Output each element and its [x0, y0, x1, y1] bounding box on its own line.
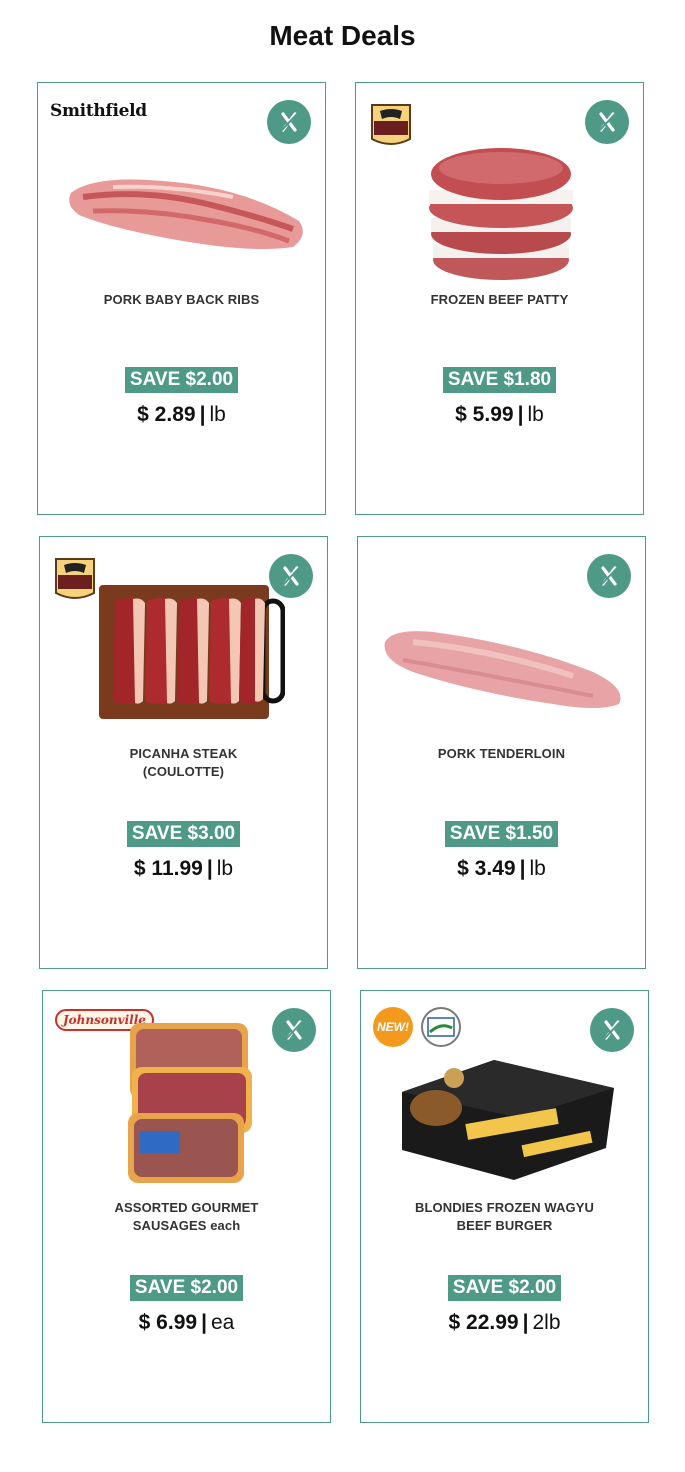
deal-card-blondies-wagyu-burger[interactable]: NEW! BLONDIES FROZEN WAGYU BEEF BURGER S… [360, 990, 649, 1423]
deal-name: ASSORTED GOURMET SAUSAGES each [114, 1200, 259, 1233]
deal-name: PORK TENDERLOIN [437, 746, 566, 761]
crossed-out-icon[interactable] [267, 100, 311, 144]
price: $ 2.89 | lb [137, 403, 226, 426]
smithfield-logo: Smithfield [50, 101, 147, 121]
save-badge: SAVE $2.00 [43, 1275, 330, 1301]
save-badge: SAVE $2.00 [38, 367, 325, 393]
deal-card-frozen-beef-patty[interactable]: FROZEN BEEF PATTY SAVE $1.80 $ 5.99 | lb [355, 82, 644, 515]
crossed-out-icon[interactable] [585, 100, 629, 144]
badge-group: NEW! [373, 1007, 461, 1047]
crossed-out-icon[interactable] [587, 554, 631, 598]
crossed-out-icon[interactable] [590, 1008, 634, 1052]
product-image-beef-patties [356, 143, 645, 283]
deal-name: BLONDIES FROZEN WAGYU BEEF BURGER [414, 1200, 595, 1233]
new-badge: NEW! [373, 1007, 413, 1047]
usda-badge [421, 1007, 461, 1047]
price: $ 6.99 | ea [138, 1311, 235, 1334]
deal-name: PICANHA STEAK (COULOTTE) [129, 746, 238, 779]
save-badge: SAVE $1.50 [358, 821, 645, 847]
deal-card-pork-tenderloin[interactable]: PORK TENDERLOIN SAVE $1.50 $ 3.49 | lb [357, 536, 646, 969]
price: $ 11.99 | lb [133, 857, 234, 880]
deal-name: PORK BABY BACK RIBS [103, 292, 260, 307]
page-title: Meat Deals [269, 20, 416, 51]
product-image-sausages [43, 1019, 332, 1185]
deal-card-pork-baby-back-ribs[interactable]: Smithfield PORK BABY BACK RIBS SAVE $2.0… [37, 82, 326, 515]
deal-name: FROZEN BEEF PATTY [430, 292, 569, 307]
deal-card-assorted-sausages[interactable]: Johnsonville ASSORTED GOURMET SAUSAGES e… [42, 990, 331, 1423]
save-badge: SAVE $1.80 [356, 367, 643, 393]
deal-card-picanha-steak[interactable]: PICANHA STEAK (COULOTTE) SAVE $3.00 $ 11… [39, 536, 328, 969]
product-image-ribs [38, 143, 327, 283]
save-badge: SAVE $2.00 [361, 1275, 648, 1301]
price: $ 22.99 | 2lb [448, 1311, 561, 1334]
price: $ 5.99 | lb [455, 403, 544, 426]
product-image-picanha [40, 581, 329, 721]
product-image-pork-tenderloin [358, 597, 647, 737]
product-image-wagyu-box [361, 1047, 650, 1187]
price: $ 3.49 | lb [457, 857, 546, 880]
save-badge: SAVE $3.00 [40, 821, 327, 847]
